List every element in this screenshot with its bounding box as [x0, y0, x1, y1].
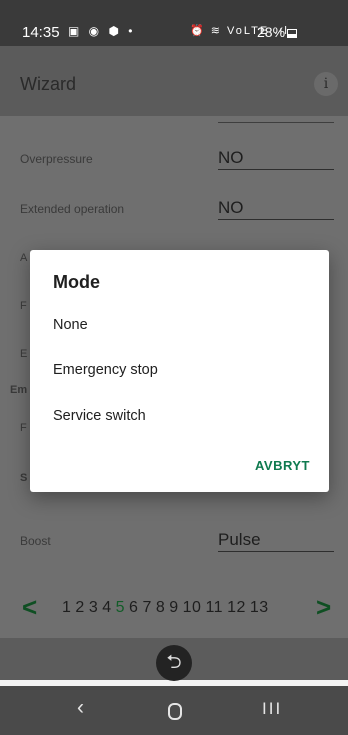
form-label: Overpressure [20, 152, 93, 166]
nav-back-icon[interactable]: ‹ [77, 696, 84, 720]
back-icon[interactable]: ⮌ [156, 645, 192, 681]
info-icon[interactable]: i [314, 72, 338, 96]
page-number[interactable]: 5 [116, 599, 125, 616]
page-number[interactable]: 7 [142, 599, 151, 616]
form-row-extended-operation[interactable]: Extended operation NO [0, 186, 348, 226]
page-number[interactable]: 1 [62, 599, 71, 616]
system-nav-bar: ‹ III [0, 686, 348, 735]
nav-recents-icon[interactable]: III [262, 699, 282, 719]
page-number[interactable]: 8 [156, 599, 165, 616]
battery-indicator: 28% [257, 24, 298, 40]
page-title: Wizard [20, 74, 77, 94]
partial-section-header: S [20, 472, 28, 484]
page-number[interactable]: 2 [75, 599, 84, 616]
battery-percent: 28% [257, 24, 286, 40]
next-page-button[interactable]: > [316, 592, 331, 622]
partial-section-header: Em [10, 384, 28, 396]
mode-option-service-switch[interactable]: Service switch [53, 408, 146, 424]
page-numbers: 1 2 3 4 5 6 7 8 9 10 11 12 13 [62, 599, 273, 617]
cancel-button[interactable]: AVBRYT [255, 458, 310, 473]
page-number[interactable]: 13 [250, 599, 269, 616]
status-time: 14:35 [22, 24, 60, 41]
page-number[interactable]: 3 [89, 599, 98, 616]
page-number[interactable]: 9 [169, 599, 178, 616]
mode-option-none[interactable]: None [53, 317, 88, 333]
page-number[interactable]: 12 [227, 599, 246, 616]
mode-option-emergency-stop[interactable]: Emergency stop [53, 362, 158, 378]
partial-label: F [20, 422, 27, 434]
overpressure-field[interactable]: NO [218, 140, 334, 170]
partial-label: A [20, 252, 28, 264]
form-label: Boost [20, 534, 51, 548]
page-number[interactable]: 4 [102, 599, 111, 616]
extended-operation-field[interactable]: NO [218, 190, 334, 220]
dialog-title: Mode [53, 272, 100, 292]
page-navigator: < 1 2 3 4 5 6 7 8 9 10 11 12 13 > [0, 592, 348, 632]
divider [218, 122, 334, 123]
partial-label: E [20, 348, 28, 360]
app-bar: Wizard i [0, 46, 348, 116]
mode-dialog: Mode None Emergency stop Service switch … [30, 250, 329, 492]
boost-field[interactable]: Pulse [218, 522, 334, 552]
form-row-boost[interactable]: Boost Pulse [0, 518, 348, 558]
form-row-overpressure[interactable]: Overpressure NO [0, 136, 348, 176]
notification-icons: ▣ ◉ ⬢ • [68, 24, 136, 38]
prev-page-button[interactable]: < [22, 592, 37, 622]
partial-label: F [20, 300, 27, 312]
battery-icon [287, 29, 298, 38]
page-number[interactable]: 11 [205, 599, 223, 616]
form-label: Extended operation [20, 202, 125, 216]
page-number[interactable]: 10 [183, 599, 202, 616]
nav-home-icon[interactable] [168, 703, 182, 720]
page-number[interactable]: 6 [129, 599, 138, 616]
status-bar: 14:35 ▣ ◉ ⬢ • ⏰ ≋ VoLTE .ıl 28% [0, 0, 348, 46]
